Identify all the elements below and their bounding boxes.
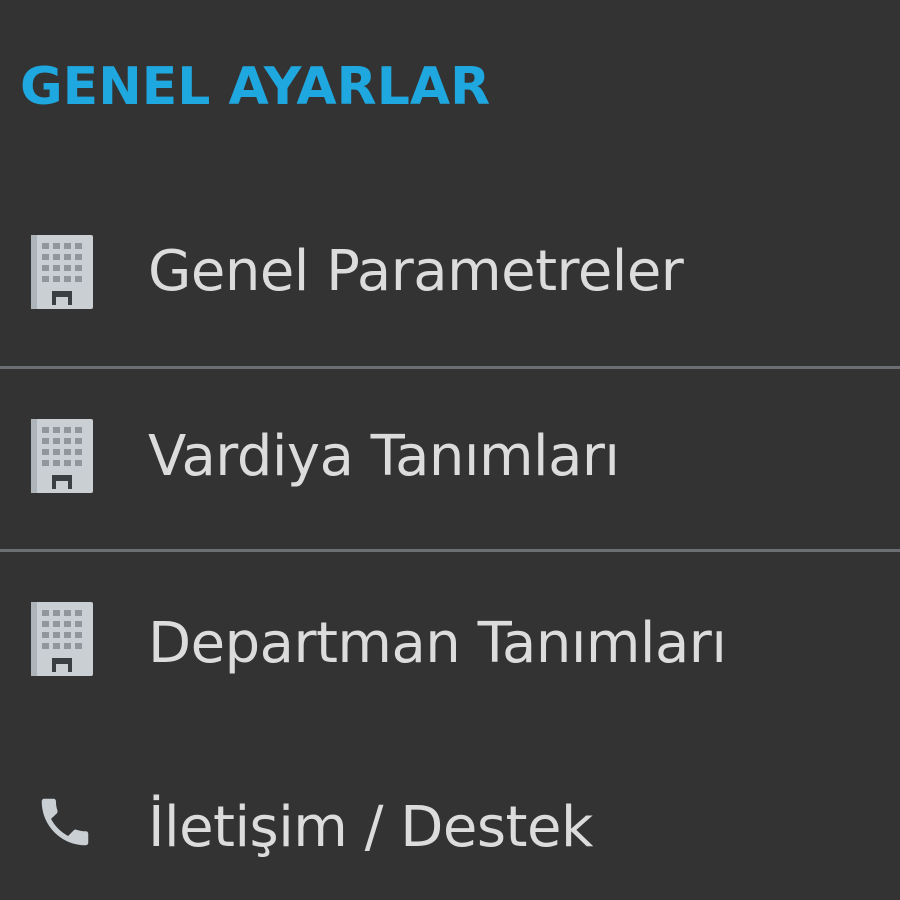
building-icon [30, 602, 94, 676]
menu-item-label: Departman Tanımları [148, 611, 727, 676]
menu-item-vardiya-tanimlari[interactable]: Vardiya Tanımları [0, 369, 900, 552]
menu-item-label: Vardiya Tanımları [148, 424, 620, 489]
menu-item-departman-tanimlari[interactable]: Departman Tanımları [0, 552, 900, 735]
section-title: GENEL AYARLAR [20, 57, 491, 117]
menu-item-iletisim-destek[interactable]: İletişim / Destek [0, 735, 900, 900]
menu-item-label: Genel Parametreler [148, 239, 684, 304]
building-icon [30, 419, 94, 493]
sidebar-menu: GENEL AYARLAR Genel Parametreler Vardiya… [0, 0, 900, 900]
phone-icon [34, 791, 96, 853]
menu-item-label: İletişim / Destek [148, 795, 593, 860]
menu-item-genel-parametreler[interactable]: Genel Parametreler [0, 183, 900, 366]
building-icon [30, 235, 94, 309]
